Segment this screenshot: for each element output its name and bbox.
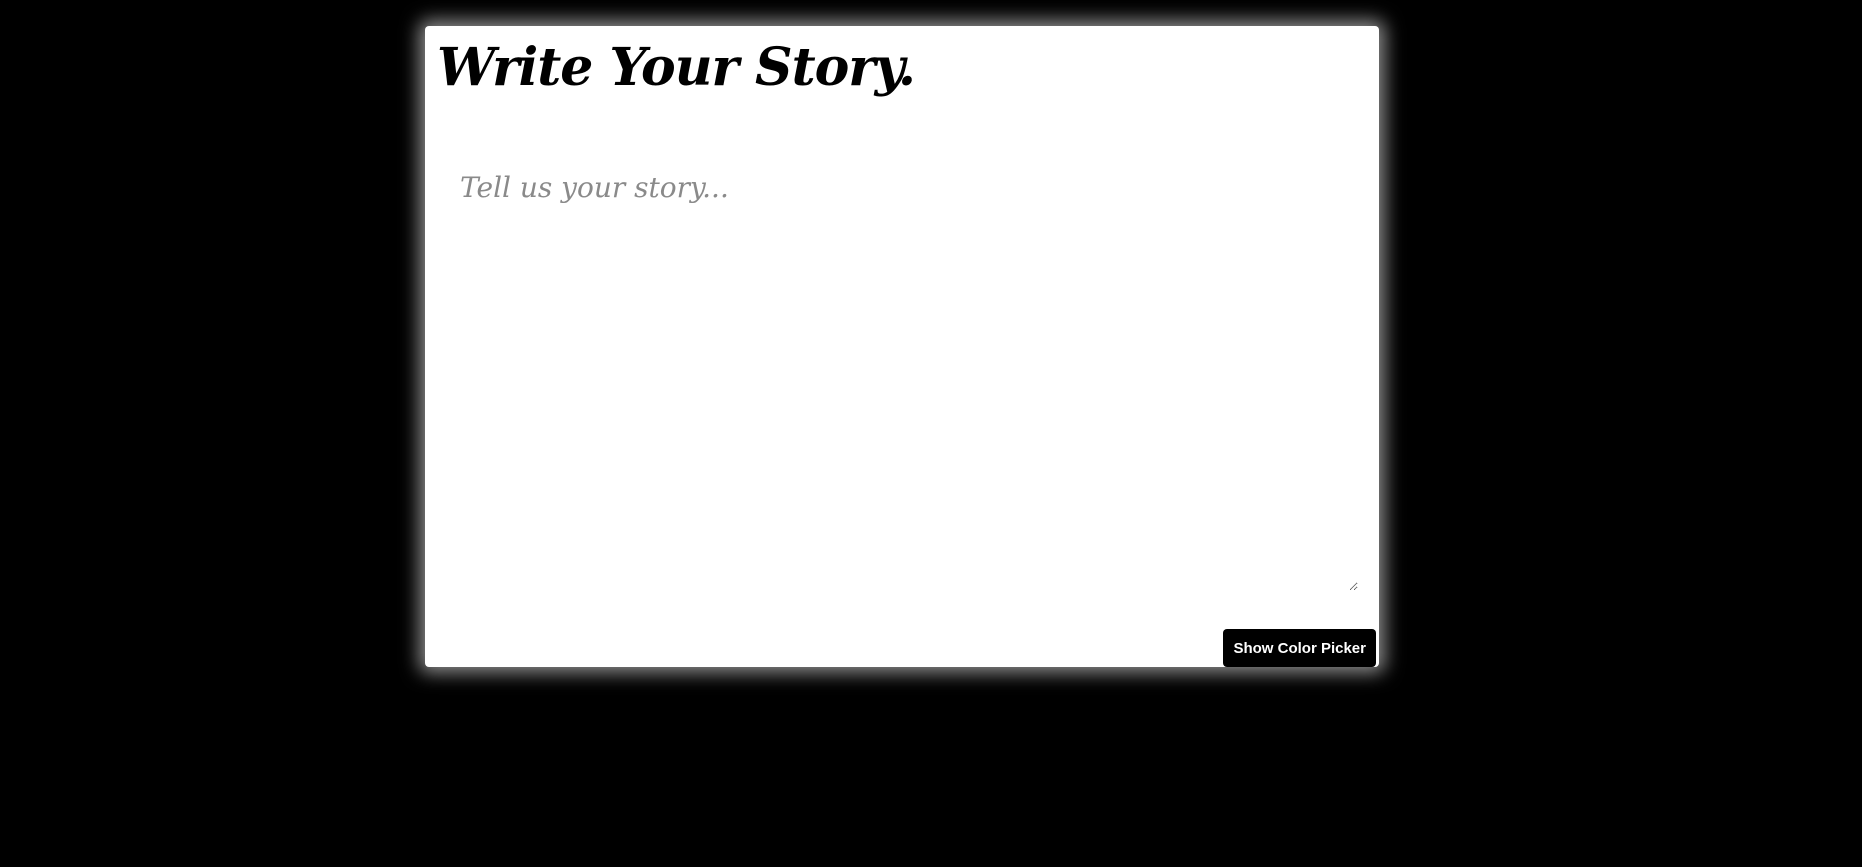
page-title: Write Your Story. xyxy=(437,37,916,98)
story-card: Write Your Story. Show Color Picker xyxy=(425,26,1379,667)
story-textarea[interactable] xyxy=(450,151,1358,591)
show-color-picker-button[interactable]: Show Color Picker xyxy=(1223,629,1376,667)
